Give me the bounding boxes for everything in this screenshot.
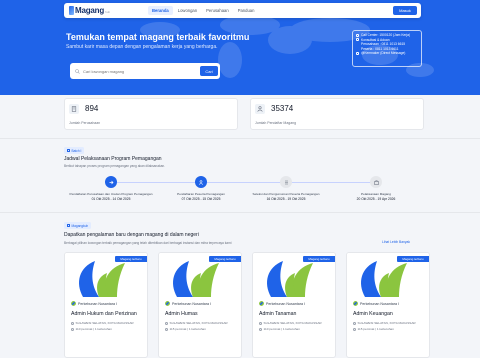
job-title: Admin Humas xyxy=(165,311,198,317)
company-avatar-icon xyxy=(71,301,76,306)
job-quota: 115 peminat | 1 kebutuhan xyxy=(165,327,206,331)
logo-mark-icon xyxy=(69,6,74,15)
search-bar: Cari xyxy=(70,63,220,79)
new-job-ribbon: Magang terbaru xyxy=(303,256,335,262)
see-more-link[interactable]: Lihat Lebih Banyak xyxy=(382,240,410,244)
batch-badge: Batch I xyxy=(64,147,85,154)
job-location: SULAWESI SELATAN, KOTA MAKASSAR xyxy=(165,321,228,325)
nav-link-panduan[interactable]: Panduan xyxy=(234,6,259,15)
stat-label: Jumlah Perusahaan xyxy=(69,121,101,125)
schedule-title: Jadwal Pelaksanaan Program Pemagangan xyxy=(64,156,162,162)
search-icon xyxy=(75,68,80,74)
hero-banner: Magang hub Beranda Lowongan Perusahaan P… xyxy=(0,0,480,95)
job-card[interactable]: Magang terbaru Perkebunan Nusantara I Ad… xyxy=(158,252,242,358)
company-avatar-icon xyxy=(165,301,170,306)
login-button[interactable]: Masuk xyxy=(393,6,417,15)
top-navbar: Magang hub Beranda Lowongan Perusahaan P… xyxy=(64,3,421,18)
job-quota: 115 peminat | 1 kebutuhan xyxy=(353,327,394,331)
company-name: Perkebunan Nusantara I xyxy=(353,301,399,306)
schedule-subtitle: Berikut tahapan proses program pemaganga… xyxy=(64,164,166,168)
timeline-step-label: Seleksi dan Pengumuman Peserta Pemaganga… xyxy=(252,192,320,196)
people-icon xyxy=(353,327,356,331)
search-input[interactable] xyxy=(83,68,193,74)
job-card[interactable]: Magang terbaru Perkebunan Nusantara I Ad… xyxy=(64,252,148,358)
company-name: Perkebunan Nusantara I xyxy=(71,301,117,306)
stat-card-companies: 894 Jumlah Perusahaan xyxy=(64,98,238,130)
timeline-step-label: Pelaksanaan Magang xyxy=(361,192,391,196)
timeline-step-date: 01 Okt 2025 - 14 Okt 2025 xyxy=(91,197,131,201)
timeline-step-label: Pendaftaran Peserta Pemagangan xyxy=(177,192,225,196)
opportunities-title: Dapatkan pengalaman baru dengan magang d… xyxy=(64,232,199,238)
phone-icon xyxy=(356,33,359,37)
section-divider xyxy=(0,138,480,139)
job-location: SULAWESI SELATAN, KOTA MAKASSAR xyxy=(259,321,322,325)
new-job-ribbon: Magang terbaru xyxy=(115,256,147,262)
job-title: Admin Tanaman xyxy=(259,311,297,317)
company-name: Perkebunan Nusantara I xyxy=(259,301,305,306)
people-icon xyxy=(255,104,265,114)
timeline-step-date: 20 Okt 2025 - 19 Apr 2026 xyxy=(356,197,396,201)
instagram-icon xyxy=(356,52,359,56)
nav-link-beranda[interactable]: Beranda xyxy=(148,6,173,15)
new-job-ribbon: Magang terbaru xyxy=(209,256,241,262)
building-icon xyxy=(69,104,79,114)
job-quota: 110 peminat | 1 kebutuhan xyxy=(71,327,112,331)
arrow-right-icon xyxy=(109,180,113,184)
hero-title: Temukan tempat magang terbaik favoritmu xyxy=(66,32,250,42)
user-add-icon xyxy=(198,179,203,185)
people-icon xyxy=(165,327,168,331)
timeline-step-label: Pendaftaran Perusahaan dan Usulan Progra… xyxy=(69,192,153,196)
stat-value: 35374 xyxy=(271,104,294,113)
timeline-node-2 xyxy=(195,176,207,188)
job-title: Admin Keuangan xyxy=(353,311,393,317)
calendar-icon xyxy=(67,149,70,152)
social-line[interactable]: @Kemnaker (Direct Message) xyxy=(356,51,418,56)
company-name: Perkebunan Nusantara I xyxy=(165,301,211,306)
location-pin-icon xyxy=(353,321,356,325)
people-icon xyxy=(71,327,74,331)
opportunities-subtitle: Berbagai pilihan lowongan terbaik pemaga… xyxy=(64,241,232,245)
nav-link-perusahaan[interactable]: Perusahaan xyxy=(202,6,233,15)
tag-icon xyxy=(67,224,70,227)
location-pin-icon xyxy=(259,321,262,325)
people-icon xyxy=(259,327,262,331)
list-icon xyxy=(284,180,288,184)
nav-links: Beranda Lowongan Perusahaan Panduan xyxy=(148,3,259,18)
job-location: SULAWESI SELATAN, KOTA MAKASSAR xyxy=(353,321,416,325)
contact-box: Call Center: 1500120 (Jam Kerja) Konsult… xyxy=(352,30,422,67)
magangkuh-badge: Magangkuh xyxy=(64,222,92,229)
company-avatar-icon xyxy=(259,301,264,306)
company-avatar-icon xyxy=(353,301,358,306)
stat-card-applicants: 35374 Jumlah Pendaftar Magang xyxy=(250,98,424,130)
chat-icon xyxy=(356,38,359,42)
briefcase-icon xyxy=(373,179,379,185)
stat-label: Jumlah Pendaftar Magang xyxy=(255,121,297,125)
job-card[interactable]: Magang terbaru Perkebunan Nusantara I Ad… xyxy=(346,252,430,358)
stat-value: 894 xyxy=(85,104,99,113)
job-title: Admin Hukum dan Perizinan xyxy=(71,311,137,317)
logo[interactable]: Magang hub xyxy=(69,5,110,16)
job-card[interactable]: Magang terbaru Perkebunan Nusantara I Ad… xyxy=(252,252,336,358)
search-button[interactable]: Cari xyxy=(200,66,218,76)
timeline-step-date: 07 Okt 2025 - 15 Okt 2025 xyxy=(181,197,221,201)
section-divider xyxy=(0,212,480,213)
nav-link-lowongan[interactable]: Lowongan xyxy=(174,6,201,15)
timeline-node-1 xyxy=(105,176,117,188)
new-job-ribbon: Magang terbaru xyxy=(397,256,429,262)
timeline-line xyxy=(110,182,380,183)
hero-subtitle: Sambut karir masa depan dengan pengalama… xyxy=(66,44,218,50)
timeline-node-4 xyxy=(370,176,382,188)
job-quota: 110 peminat | 1 kebutuhan xyxy=(259,327,300,331)
location-pin-icon xyxy=(165,321,168,325)
location-pin-icon xyxy=(71,321,74,325)
timeline-node-3 xyxy=(280,176,292,188)
job-location: SULAWESI SELATAN, KOTA MAKASSAR xyxy=(71,321,134,325)
timeline-step-date: 16 Okt 2025 - 19 Okt 2025 xyxy=(266,197,306,201)
